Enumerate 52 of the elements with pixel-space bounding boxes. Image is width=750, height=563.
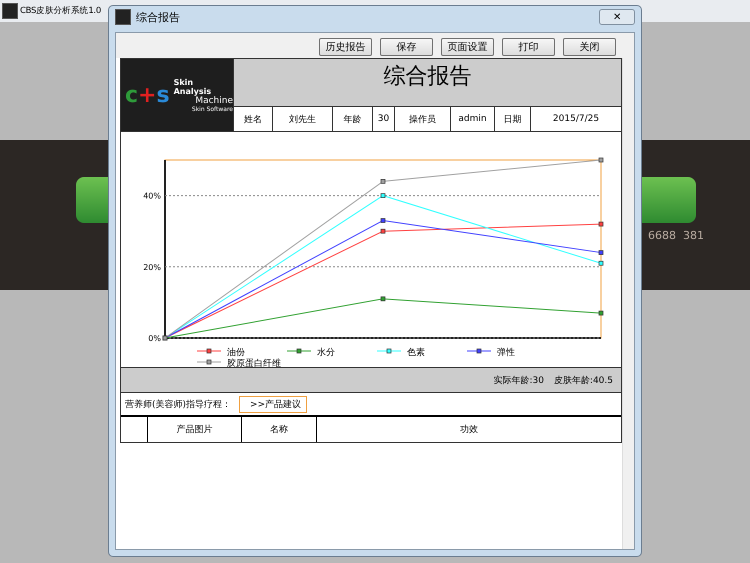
app-title: CBS皮肤分析系统1.0 — [20, 5, 101, 17]
phone-number: 6688 381 — [648, 229, 704, 242]
info-label: 年龄 — [332, 107, 372, 131]
point — [380, 228, 386, 234]
toolbar-button[interactable]: 历史报告 — [319, 38, 372, 56]
age-text: 皮肤年龄:40.5 — [554, 374, 613, 386]
logo-letter: + — [138, 82, 156, 108]
legend-item: 水分 — [286, 348, 335, 358]
toolbar-button[interactable]: 页面设置 — [441, 38, 494, 56]
close-button[interactable]: ✕ — [599, 9, 635, 25]
legend-item: 油份 — [196, 348, 245, 358]
column-header: 功效 — [316, 417, 621, 442]
axis-label: 40% — [143, 192, 161, 201]
info-value: 刘先生 — [272, 107, 332, 131]
age-text: 实际年龄:30 — [493, 374, 544, 386]
axis-label: 20% — [143, 262, 161, 272]
point — [598, 158, 604, 162]
info-label: 日期 — [494, 107, 530, 131]
app-icon — [115, 9, 131, 25]
app-icon — [2, 3, 18, 19]
info-label: 姓名 — [243, 114, 263, 126]
point — [380, 179, 386, 184]
point — [380, 296, 386, 302]
point — [380, 218, 386, 223]
logo-letter: s — [156, 82, 170, 108]
guide-label: 营养师(美容师)指导疗程： — [125, 398, 232, 410]
point — [380, 193, 386, 198]
legend-label: 水分 — [317, 347, 335, 358]
scrollbar[interactable] — [622, 58, 634, 549]
product-advice-link[interactable]: >>产品建议 — [239, 396, 308, 412]
axis-label: 0% — [148, 334, 161, 343]
point — [598, 250, 604, 255]
column-header: 产品图片 — [147, 417, 241, 442]
info-value: 2015/7/25 — [530, 107, 621, 131]
point — [598, 222, 604, 226]
dialog-title: 综合报告 — [136, 10, 180, 24]
info-value: 30 — [372, 107, 394, 131]
toolbar-button[interactable]: 关闭 — [563, 38, 616, 56]
report-title: 综合报告 — [234, 59, 621, 106]
info-value: admin — [450, 107, 494, 131]
point — [598, 260, 604, 266]
legend-label: 色素 — [407, 347, 425, 358]
info-label: 操作员 — [394, 107, 450, 131]
logo-letter: c — [125, 82, 138, 108]
legend-item: 弹性 — [466, 348, 515, 358]
point — [598, 310, 604, 316]
legend-label: 油份 — [227, 347, 245, 358]
legend-label: 弹性 — [497, 347, 515, 358]
legend-item: 色素 — [376, 348, 425, 358]
toolbar-button[interactable]: 保存 — [380, 38, 433, 56]
column-header: 名称 — [241, 417, 316, 442]
toolbar-button[interactable]: 打印 — [502, 38, 555, 56]
